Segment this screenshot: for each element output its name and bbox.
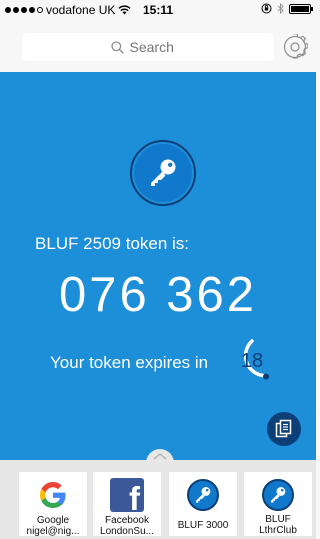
search-bar (0, 20, 316, 72)
expires-label: Your token expires in (50, 353, 209, 372)
search-icon (110, 40, 124, 54)
status-bar: vodafone UK 15:11 (0, 0, 316, 20)
key-icon (262, 478, 294, 511)
gear-icon[interactable] (282, 34, 308, 60)
account-tile-bluf-3000[interactable]: BLUF 3000 (169, 472, 237, 536)
account-label: Facebook LondonSu... (100, 515, 154, 536)
search-field[interactable] (22, 33, 274, 61)
account-tile-google[interactable]: Google nigel@nig... (19, 472, 87, 536)
account-label: BLUF 3000 (177, 520, 229, 531)
key-icon (151, 159, 176, 186)
orientation-lock-icon (261, 3, 272, 14)
account-badge (130, 140, 196, 206)
token-code[interactable]: 076 362 (0, 267, 316, 323)
token-label: BLUF 2509 token is: (35, 234, 190, 253)
key-icon (187, 479, 219, 511)
chevron-up-icon[interactable] (146, 449, 174, 463)
search-input[interactable] (129, 39, 186, 55)
copy-button[interactable] (267, 412, 301, 446)
account-label: BLUF LthrClub (259, 514, 297, 536)
account-tile-facebook[interactable]: f Facebook LondonSu... (93, 472, 161, 536)
bluetooth-icon (277, 3, 284, 14)
countdown-seconds: 18 (240, 350, 264, 372)
token-panel: BLUF 2509 token is: 076 362 Your token e… (0, 72, 316, 460)
facebook-icon: f (110, 478, 144, 515)
battery-icon (289, 3, 313, 14)
status-right (261, 3, 313, 14)
copy-icon (275, 419, 292, 438)
account-tile-bluf-lthrclub[interactable]: BLUF LthrClub (244, 472, 312, 536)
google-icon (40, 482, 66, 508)
countdown-timer: 18 (229, 338, 275, 384)
account-label: Google nigel@nig... (26, 515, 80, 536)
